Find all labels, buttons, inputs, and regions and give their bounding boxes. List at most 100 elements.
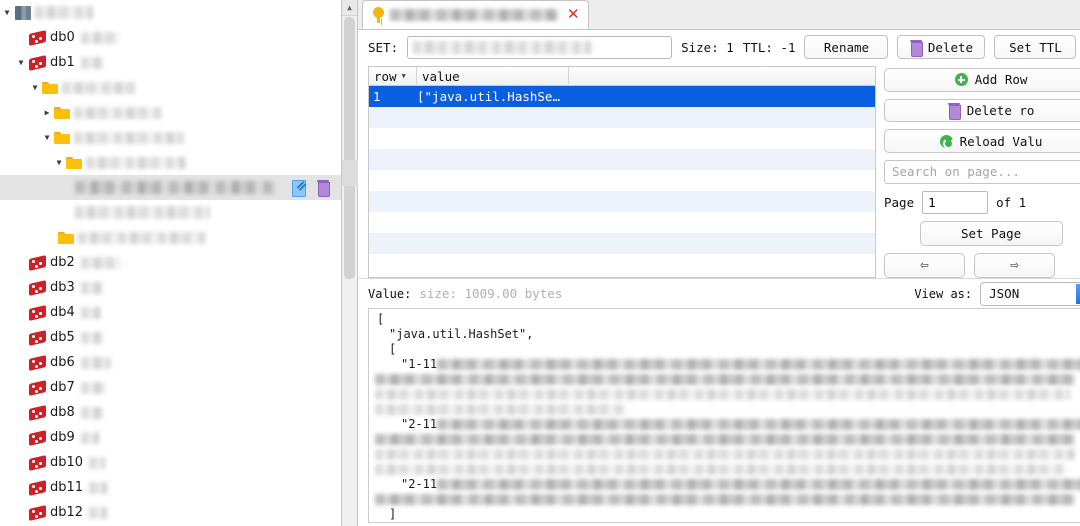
db-keycount-redacted bbox=[80, 431, 99, 444]
view-as-select[interactable]: JSON ▲▼ bbox=[980, 281, 1080, 306]
delete-icon[interactable] bbox=[317, 180, 330, 197]
scrollbar-thumb[interactable] bbox=[344, 17, 355, 279]
table-row[interactable]: 1 ["java.util.HashSe… bbox=[369, 86, 875, 107]
tree-root-server[interactable] bbox=[0, 0, 341, 25]
column-header-value[interactable]: value bbox=[417, 67, 569, 86]
value-info-bar: Value: size: 1009.00 bytes View as: JSON… bbox=[358, 278, 1080, 308]
table-row-empty[interactable] bbox=[369, 212, 875, 233]
tree-key-item[interactable] bbox=[0, 200, 341, 225]
db-keycount-redacted bbox=[89, 506, 108, 519]
chevron-updown-icon[interactable]: ▲▼ bbox=[1076, 283, 1080, 304]
chevron-down-icon[interactable] bbox=[52, 159, 66, 167]
folder-name-redacted bbox=[86, 156, 186, 169]
db-keycount-redacted bbox=[89, 456, 106, 469]
tree-item-db2[interactable]: db2 bbox=[0, 250, 341, 275]
json-line: "2-11 bbox=[375, 417, 1080, 432]
view-as-label: View as: bbox=[914, 286, 973, 301]
redis-client-window: db0 db1 bbox=[0, 0, 1080, 526]
tree-item-db9[interactable]: db9 bbox=[0, 425, 341, 450]
json-text: "2-11 bbox=[401, 417, 438, 431]
json-content-redacted bbox=[375, 494, 1075, 505]
close-icon[interactable]: ✕ bbox=[567, 7, 580, 22]
key-icon bbox=[373, 6, 384, 23]
table-row-empty[interactable] bbox=[369, 107, 875, 128]
chevron-down-icon[interactable] bbox=[14, 59, 28, 67]
database-icon bbox=[28, 54, 48, 71]
next-page-button[interactable]: ⇨ bbox=[974, 252, 1055, 278]
reload-value-button[interactable]: Reload Valu bbox=[884, 129, 1080, 154]
set-ttl-button[interactable]: Set TTL bbox=[994, 35, 1077, 59]
json-content-redacted bbox=[375, 389, 1070, 400]
tree-item-db0[interactable]: db0 bbox=[0, 25, 341, 50]
json-content-redacted bbox=[375, 449, 1075, 460]
pane-splitter-handle[interactable] bbox=[342, 160, 359, 186]
page-number-input[interactable] bbox=[922, 190, 989, 214]
chevron-down-icon[interactable] bbox=[28, 84, 42, 92]
tree-item-db6[interactable]: db6 bbox=[0, 350, 341, 375]
column-header-row-label: row bbox=[374, 68, 397, 84]
database-icon bbox=[28, 354, 48, 371]
table-row-empty[interactable] bbox=[369, 170, 875, 191]
key-name-input[interactable] bbox=[407, 35, 673, 59]
tree-item-db7[interactable]: db7 bbox=[0, 375, 341, 400]
tree-item-db3[interactable]: db3 bbox=[0, 275, 341, 300]
column-header-row[interactable]: row ▼ bbox=[369, 67, 417, 86]
tree-folder-level2[interactable] bbox=[0, 75, 341, 100]
db-keycount-redacted bbox=[80, 56, 103, 69]
table-row-empty[interactable] bbox=[369, 233, 875, 254]
json-content-redacted bbox=[437, 479, 1080, 490]
previous-page-button[interactable]: ⇦ bbox=[884, 252, 965, 278]
table-row-empty[interactable] bbox=[369, 149, 875, 170]
tab-title-redacted bbox=[390, 8, 558, 21]
tree-key-selected[interactable] bbox=[0, 175, 341, 200]
search-input[interactable] bbox=[884, 160, 1080, 184]
trash-icon bbox=[947, 103, 961, 120]
view-as-value: JSON bbox=[989, 286, 1020, 301]
chevron-down-icon[interactable] bbox=[40, 134, 54, 142]
tree-folder-trailing[interactable] bbox=[0, 225, 341, 250]
tree-item-label: db1 bbox=[50, 55, 75, 70]
folder-name-redacted bbox=[78, 231, 206, 244]
cell-row-index: 1 bbox=[373, 89, 381, 104]
tree-item-db1[interactable]: db1 bbox=[0, 50, 341, 75]
tree-folder-level4[interactable] bbox=[0, 150, 341, 175]
json-text: [ bbox=[377, 312, 385, 326]
table-row-empty[interactable] bbox=[369, 128, 875, 149]
delete-key-button[interactable]: Delete bbox=[897, 35, 986, 59]
table-row-empty[interactable] bbox=[369, 254, 875, 275]
folder-icon bbox=[54, 131, 71, 145]
folder-icon bbox=[54, 106, 71, 120]
tree-vertical-scrollbar[interactable]: ▲ bbox=[341, 0, 359, 526]
tree-item-db8[interactable]: db8 bbox=[0, 400, 341, 425]
json-line-redacted bbox=[375, 402, 1080, 417]
tab-key-editor[interactable]: ✕ bbox=[362, 0, 589, 29]
value-actions-panel: Add Row Delete ro Reload Valu Page of 1 bbox=[884, 66, 1080, 278]
json-line: ] bbox=[375, 522, 1080, 523]
tree-item-db10[interactable]: db10 bbox=[0, 450, 341, 475]
rename-icon[interactable] bbox=[292, 179, 306, 197]
rename-button[interactable]: Rename bbox=[804, 35, 889, 59]
chevron-right-icon[interactable] bbox=[40, 109, 54, 117]
tree-item-db12[interactable]: db12 bbox=[0, 500, 341, 525]
tree-folder-level3-collapsed[interactable] bbox=[0, 100, 341, 125]
database-icon bbox=[28, 279, 48, 296]
tree-item-db11[interactable]: db11 bbox=[0, 475, 341, 500]
add-row-button[interactable]: Add Row bbox=[884, 68, 1080, 92]
database-icon bbox=[28, 454, 48, 471]
tree-item-label: db9 bbox=[50, 430, 75, 445]
chevron-down-icon[interactable] bbox=[0, 9, 14, 17]
sort-descending-icon: ▼ bbox=[401, 72, 406, 80]
db-keycount-redacted bbox=[80, 31, 119, 44]
set-page-button[interactable]: Set Page bbox=[919, 220, 1063, 246]
scroll-up-icon[interactable]: ▲ bbox=[342, 0, 357, 16]
tree-item-db4[interactable]: db4 bbox=[0, 300, 341, 325]
json-value-viewer[interactable]: [ "java.util.HashSet", [ "1-11 "2-11 "2-… bbox=[368, 308, 1080, 523]
tree-item-db5[interactable]: db5 bbox=[0, 325, 341, 350]
delete-row-button[interactable]: Delete ro bbox=[884, 98, 1080, 123]
tree-item-label: db3 bbox=[50, 280, 75, 295]
db-keycount-redacted bbox=[80, 331, 103, 344]
table-row-empty[interactable] bbox=[369, 191, 875, 212]
key-editor-pane: ✕ SET: Size: 1 TTL: -1 Rename Delete Set… bbox=[358, 0, 1080, 526]
column-header-value-label: value bbox=[422, 68, 460, 84]
tree-folder-level3-expanded[interactable] bbox=[0, 125, 341, 150]
